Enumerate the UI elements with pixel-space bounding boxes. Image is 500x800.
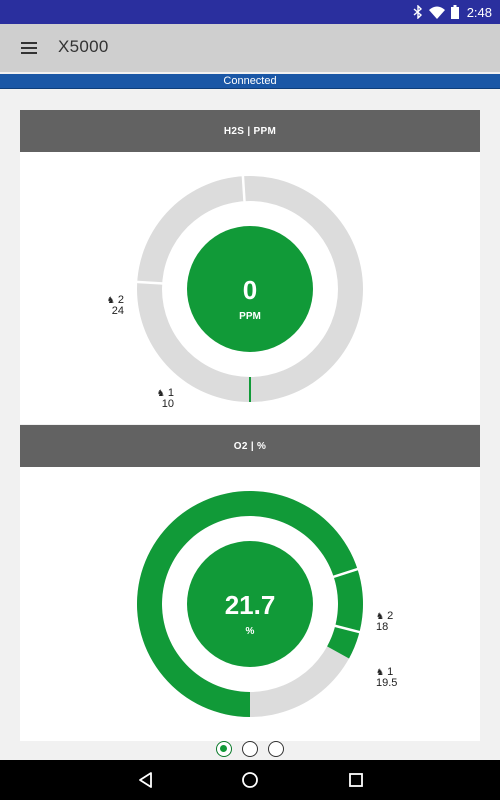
hamburger-menu-icon[interactable]	[18, 36, 42, 60]
page-indicator	[0, 741, 500, 759]
alarm-2-label: ♞ 2 18	[376, 611, 406, 633]
back-icon[interactable]	[136, 770, 156, 790]
gas-gauge	[136, 175, 363, 402]
status-icons: 2:48	[413, 3, 492, 21]
gauge-center-circle	[187, 226, 313, 352]
page-dot-3[interactable]	[268, 741, 284, 757]
gauge-area: 21.7 % ♞ 2 18 ♞ 1 19.5	[20, 467, 480, 741]
app-bar: X5000	[0, 24, 500, 72]
alarm-value: 24	[111, 305, 124, 317]
status-time: 2:48	[466, 4, 492, 20]
bluetooth-icon	[413, 5, 423, 19]
alarm-2-label: ♞ 2 24	[104, 295, 124, 317]
navigation-bar	[0, 760, 500, 800]
alarm-value: 10	[161, 398, 174, 410]
sensor-card-h2s[interactable]: H2S | PPM 0 PPM ♞ 2 24 ♞ 1 10	[20, 110, 480, 424]
card-header: O2 | %	[20, 425, 480, 467]
app-title: X5000	[58, 37, 109, 56]
status-bar: 2:48	[0, 0, 500, 24]
gauge-area: 0 PPM ♞ 2 24 ♞ 1 10	[20, 152, 480, 424]
alarm-value: 19.5	[376, 677, 398, 689]
wifi-icon	[428, 6, 445, 19]
home-icon[interactable]	[240, 770, 260, 790]
page-dot-1[interactable]	[216, 741, 232, 757]
card-header: H2S | PPM	[20, 110, 480, 152]
sensor-card-o2[interactable]: O2 | % 21.7 % ♞ 2 18 ♞ 1 19.5	[20, 425, 480, 741]
battery-icon	[450, 5, 459, 19]
gas-gauge	[137, 491, 363, 717]
alarm-1-threshold-marker	[136, 280, 164, 285]
alarm-value: 18	[376, 621, 389, 633]
alarm-1-label: ♞ 1 10	[154, 388, 174, 410]
page-dot-2[interactable]	[242, 741, 258, 757]
connection-status: Connected	[0, 74, 500, 89]
alarm-2-threshold-marker	[241, 175, 246, 203]
recents-icon[interactable]	[346, 770, 366, 790]
gauge-center-circle	[187, 541, 313, 667]
alarm-1-label: ♞ 1 19.5	[376, 667, 406, 689]
